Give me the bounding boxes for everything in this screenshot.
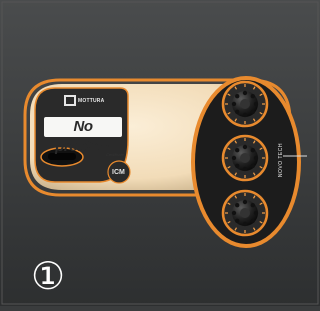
dial-bottom-grip: [250, 203, 255, 208]
dial-top-grip: [231, 101, 237, 107]
dial-top-grip: [235, 109, 240, 114]
dial-top-grip: [250, 109, 255, 114]
dial-middle-grip: [242, 144, 248, 150]
dial-bottom-grip: [235, 203, 240, 208]
dial-top[interactable]: [221, 80, 269, 128]
dial-middle-grip: [231, 155, 237, 161]
dial-top-grip: [242, 112, 248, 118]
slogan-text: No problem: [55, 118, 111, 155]
dial-middle-grip: [235, 163, 240, 168]
dial-middle-grip: [253, 155, 259, 161]
dial-bottom-grip: [242, 221, 248, 227]
dial-middle-grip: [235, 148, 240, 153]
dial-top-grip: [242, 90, 248, 96]
dial-top-grip: [253, 101, 259, 107]
safe-door-photo: MOTTURA No problem Certificate ICM NOVO …: [0, 0, 320, 306]
icm-mark: ICM: [112, 169, 125, 176]
certification-label: Certificate: [106, 152, 125, 157]
dial-middle-grip: [250, 163, 255, 168]
dial-bottom-grip: [235, 218, 240, 223]
dial-middle[interactable]: [221, 134, 269, 182]
dial-bottom-cap: [240, 208, 250, 218]
bar-label: NOVO TECH: [278, 143, 284, 178]
dial-middle-grip: [242, 166, 248, 172]
dial-middle-grip: [250, 148, 255, 153]
dial-top-grip: [250, 94, 255, 99]
step-number: ①: [31, 254, 66, 298]
dial-bottom-grip: [231, 210, 237, 216]
dial-bottom-grip: [242, 199, 248, 205]
dial-top-grip: [235, 94, 240, 99]
dial-middle-cap: [240, 153, 250, 163]
dial-bottom-grip: [253, 210, 259, 216]
dial-bottom-grip: [250, 218, 255, 223]
dial-bottom[interactable]: [221, 189, 269, 237]
brand-logo-inner: [66, 97, 74, 104]
brand-name: MOTTURA: [78, 98, 105, 104]
dial-group: [221, 80, 269, 237]
dial-top-cap: [240, 99, 250, 109]
